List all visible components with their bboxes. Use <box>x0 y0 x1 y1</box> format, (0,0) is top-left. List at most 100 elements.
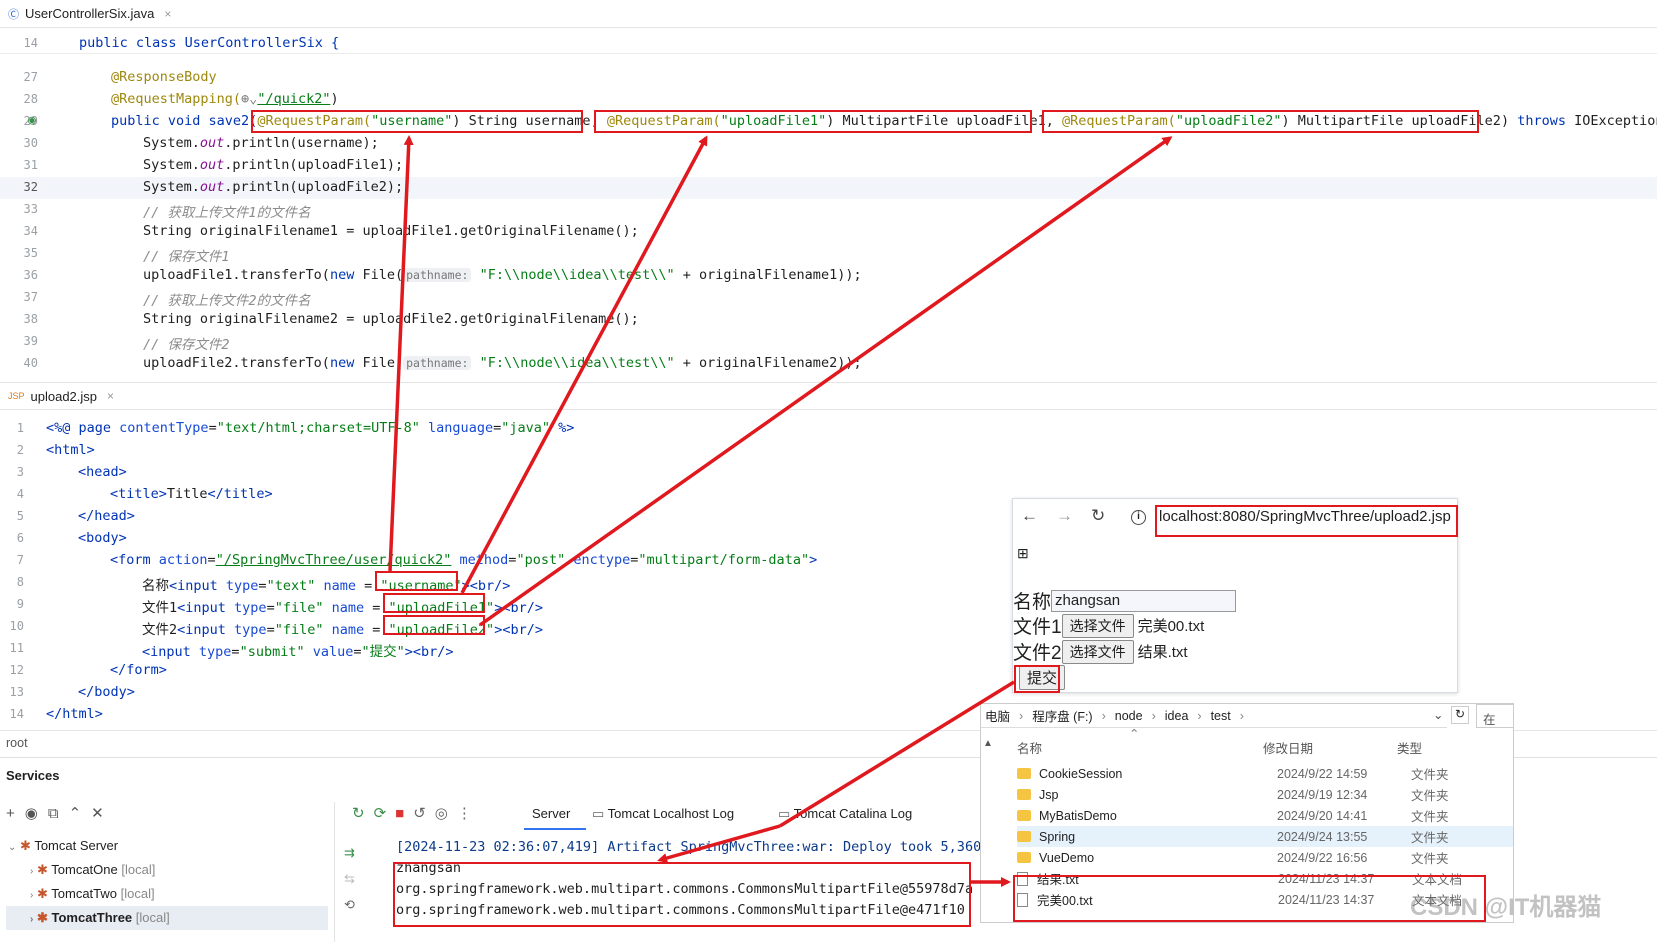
line-number: 14 <box>23 36 38 50</box>
line-number: 37 <box>23 290 38 304</box>
editor-tab-java[interactable]: Ⓒ UserControllerSix.java × <box>0 0 1657 28</box>
code-comment: // 保存文件2 <box>143 337 230 353</box>
line-number: 40 <box>23 356 38 370</box>
expand-icon[interactable]: ⌃ <box>69 805 92 822</box>
line-number: 4 <box>16 487 24 501</box>
collapse-icon[interactable]: ✕ <box>91 805 114 822</box>
line-number: 34 <box>23 224 38 238</box>
code-line: <form action="/SpringMvcThree/user/quick… <box>110 552 818 568</box>
label-name: 名称 <box>1013 592 1052 613</box>
add-icon[interactable]: + <box>6 805 25 822</box>
tree-server-item[interactable]: › ✱ TomcatOne [local] <box>30 862 155 878</box>
code-line: System.out.println(username); <box>143 135 379 151</box>
code-comment: // 获取上传文件2的文件名 <box>143 293 311 309</box>
java-code-editor[interactable]: 14 public class UserControllerSix { 27 @… <box>0 30 1657 375</box>
choose-file-button[interactable]: 选择文件 <box>1061 613 1134 638</box>
form-row-name: 名称 zhangsan <box>1013 587 1237 614</box>
column-header-date[interactable]: 修改日期 <box>1263 738 1313 757</box>
redeploy-icon[interactable]: ↻ <box>352 805 374 822</box>
code-line: String originalFilename2 = uploadFile2.g… <box>143 311 639 327</box>
divider <box>334 802 335 942</box>
line-number: 39 <box>23 334 38 348</box>
line-number: 13 <box>9 685 24 699</box>
close-icon[interactable]: × <box>107 389 114 403</box>
highlight-box-param-username <box>251 110 583 133</box>
highlight-box-jsp-file2 <box>383 615 485 635</box>
tree-server-item[interactable]: › ✱ TomcatTwo [local] <box>30 886 155 902</box>
close-icon[interactable]: × <box>164 7 171 21</box>
refresh-icon[interactable]: ↻ <box>1451 706 1469 724</box>
choose-file-button[interactable]: 选择文件 <box>1061 639 1134 664</box>
column-header-type[interactable]: 类型 <box>1397 738 1422 757</box>
new-window-icon[interactable]: ⧉ <box>48 805 69 822</box>
line-number: 8 <box>16 575 24 589</box>
highlight-box-param-file1 <box>594 110 1032 133</box>
explorer-breadcrumb[interactable]: 电脑 › 程序盘 (F:) › node › idea › test › <box>981 704 1447 728</box>
line-number: 5 <box>16 509 24 523</box>
line-number: 32 <box>23 180 38 194</box>
apps-grid-icon[interactable]: ⊞ <box>1017 545 1029 562</box>
folder-icon <box>1017 789 1031 800</box>
line-number: 2 <box>16 443 24 457</box>
run-gutter-icon[interactable]: ◉ <box>28 113 36 128</box>
code-line: <%@ page contentType="text/html;charset=… <box>46 420 575 436</box>
tree-tomcat-server[interactable]: ⌄ ✱ Tomcat Server <box>8 838 118 854</box>
file1-name: 完美00.txt <box>1137 618 1205 635</box>
line-number: 28 <box>23 92 38 106</box>
code-line: String originalFilename1 = uploadFile1.g… <box>143 223 639 239</box>
username-input[interactable]: zhangsan <box>1051 589 1237 612</box>
folder-icon <box>1017 768 1031 779</box>
screenshot-icon[interactable]: ◎ <box>435 805 457 822</box>
list-item[interactable]: CookieSession 2024/9/22 14:59 文件夹 <box>1017 763 1513 784</box>
file2-name: 结果.txt <box>1137 644 1188 661</box>
search-box[interactable]: 在 <box>1476 704 1514 728</box>
deploy-icon[interactable]: ⇉ <box>344 840 355 866</box>
reload-icon[interactable]: ↻ <box>1091 506 1105 526</box>
code-line: public class UserControllerSix { <box>79 35 340 51</box>
column-header-name[interactable]: 名称 <box>1017 738 1042 757</box>
forward-icon[interactable]: → <box>1056 506 1073 526</box>
line-number: 3 <box>16 465 24 479</box>
list-item[interactable]: Spring 2024/9/24 13:55 文件夹 <box>1017 826 1513 847</box>
label-file1: 文件1 <box>1013 617 1062 638</box>
editor-tab-jsp[interactable]: JSP upload2.jsp × <box>0 382 1657 410</box>
highlight-box-jsp-username <box>375 571 458 591</box>
eye-icon[interactable]: ◉ <box>25 805 48 822</box>
tab-server[interactable]: Server <box>532 806 570 821</box>
tab-catalina-log[interactable]: ▭ Tomcat Catalina Log <box>778 806 912 822</box>
list-item[interactable]: VueDemo 2024/9/22 16:56 文件夹 <box>1017 847 1513 868</box>
line-number: 11 <box>9 641 24 655</box>
highlight-box-jsp-file1 <box>383 593 485 613</box>
code-line: System.out.println(uploadFile2); <box>143 179 404 195</box>
list-item[interactable]: Jsp 2024/9/19 12:34 文件夹 <box>1017 784 1513 805</box>
code-comment: // 获取上传文件1的文件名 <box>143 205 311 221</box>
form-row-file2: 文件2 选择文件 结果.txt <box>1013 638 1188 665</box>
tab-localhost-log[interactable]: ▭ Tomcat Localhost Log <box>592 806 734 822</box>
tab-title: upload2.jsp <box>30 388 98 404</box>
stop-icon[interactable]: ■ <box>395 805 413 822</box>
console-gutter: ⇉ ⇆ ⟲ <box>344 840 355 918</box>
restart-icon[interactable]: ↺ <box>413 805 435 822</box>
code-line: <html> <box>46 442 95 458</box>
folder-icon <box>1017 831 1031 842</box>
more-icon[interactable]: ⋮ <box>457 805 481 822</box>
back-icon[interactable]: ← <box>1021 506 1038 526</box>
line-number: 33 <box>23 202 38 216</box>
undeploy-icon[interactable]: ⇆ <box>344 866 355 892</box>
active-tab-indicator <box>524 828 586 830</box>
tab-title: UserControllerSix.java <box>25 6 155 21</box>
line-number: 6 <box>16 531 24 545</box>
site-info-icon[interactable]: i <box>1131 510 1146 525</box>
debug-icon[interactable]: ⟳ <box>374 805 396 822</box>
dropdown-icon[interactable]: ⌄ <box>1433 707 1443 722</box>
code-line: @RequestMapping(⊕⌄"/quick2") <box>111 91 339 107</box>
scroll-up-icon[interactable]: ▲ <box>983 738 993 749</box>
tree-server-item-selected[interactable]: › ✱ TomcatThree [local] <box>30 910 170 926</box>
code-line: uploadFile1.transferTo(new File(pathname… <box>143 267 862 283</box>
list-item[interactable]: MyBatisDemo 2024/9/20 14:41 文件夹 <box>1017 805 1513 826</box>
code-line: <title>Title</title> <box>110 486 273 502</box>
code-line: </head> <box>78 508 135 524</box>
refresh-icon[interactable]: ⟲ <box>344 892 355 918</box>
java-class-icon: Ⓒ <box>8 8 19 21</box>
line-number: 31 <box>23 158 38 172</box>
